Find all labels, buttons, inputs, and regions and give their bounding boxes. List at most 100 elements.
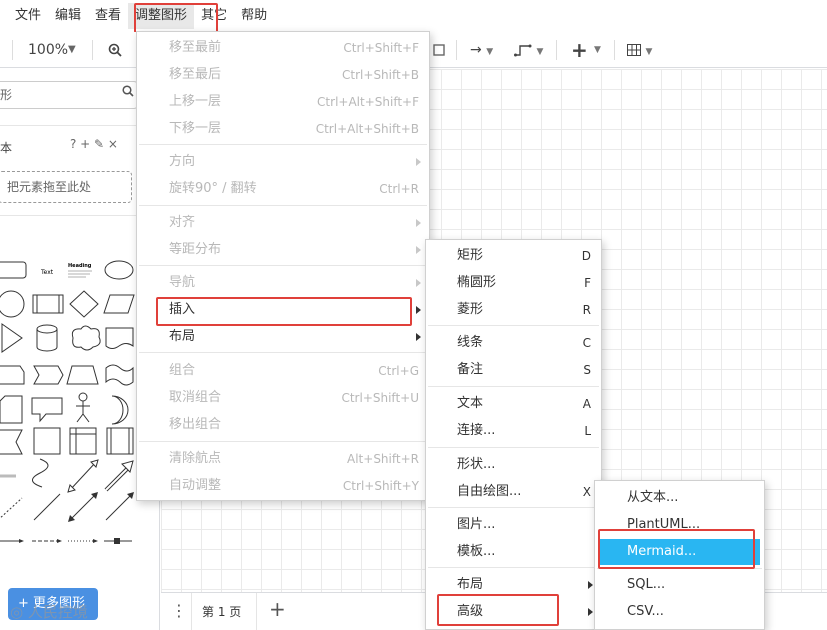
arrange-label: 方向 xyxy=(169,154,196,169)
shape-search-input[interactable]: 形 xyxy=(0,81,138,109)
insert-item-10[interactable]: 模板... xyxy=(426,539,601,565)
arrange-item-10[interactable]: 布局 xyxy=(137,324,429,350)
menu-divider xyxy=(428,386,599,387)
arrange-item-0: 移至最前 Ctrl+Shift+F xyxy=(137,35,429,61)
advanced-item-4[interactable]: CSV... xyxy=(595,599,764,625)
insert-item-7[interactable]: 形状... xyxy=(426,452,601,478)
insert-item-9[interactable]: 图片... xyxy=(426,512,601,538)
insert-item-8[interactable]: 自由绘图... X xyxy=(426,479,601,505)
arrange-label: 对齐 xyxy=(169,215,196,230)
arrange-label: 布局 xyxy=(169,329,196,344)
insert-item-0[interactable]: 矩形 D xyxy=(426,243,601,269)
zoom-level[interactable]: 100% xyxy=(28,32,68,68)
arrange-label: 自动调整 xyxy=(169,478,222,493)
insert-shortcut: F xyxy=(584,276,591,290)
arrange-item-6: 对齐 xyxy=(137,210,429,236)
insert-item-6[interactable]: 连接... L xyxy=(426,418,601,444)
insert-shortcut: L xyxy=(584,424,591,438)
page-tab-1[interactable]: 第 1 页 ⌃ xyxy=(191,593,257,630)
insert-plus-icon[interactable]: + xyxy=(571,32,588,68)
arrange-item-15: 自动调整 Ctrl+Shift+Y xyxy=(137,473,429,499)
submenu-arrow-icon xyxy=(416,279,421,287)
insert-submenu: 矩形 D 椭圆形 F 菱形 R 线条 C 备注 S 文本 A 连接... L 形状... 自由绘图... X 图片… xyxy=(425,239,602,630)
insert-label: 连接... xyxy=(457,423,496,438)
arrange-shortcut: Ctrl+Shift+U xyxy=(341,391,419,405)
scratchpad-tools[interactable]: ? + ✎ × xyxy=(70,137,118,151)
shape-heading-sample: Heading xyxy=(68,263,92,269)
arrange-shortcut: Alt+Shift+R xyxy=(347,452,419,466)
add-page-icon[interactable]: + xyxy=(269,597,286,621)
insert-shortcut: S xyxy=(583,363,591,377)
highlight-arrange-menu xyxy=(134,3,218,33)
arrange-shortcut: Ctrl+Shift+B xyxy=(342,68,419,82)
arrange-label: 下移一层 xyxy=(169,121,222,136)
menu-file[interactable]: 文件 xyxy=(8,3,48,29)
shadow-rect-icon[interactable] xyxy=(433,32,445,68)
arrange-label: 组合 xyxy=(169,363,196,378)
waypoint-style-icon[interactable]: ▼ xyxy=(514,32,543,68)
insert-label: 椭圆形 xyxy=(457,275,497,290)
submenu-arrow-icon xyxy=(588,581,593,589)
menu-divider xyxy=(139,352,427,353)
insert-item-4[interactable]: 备注 S xyxy=(426,357,601,383)
insert-shortcut: X xyxy=(582,485,591,499)
highlight-mermaid-item xyxy=(598,529,755,569)
insert-label: 文本 xyxy=(457,396,484,411)
insert-item-1[interactable]: 椭圆形 F xyxy=(426,270,601,296)
insert-item-5[interactable]: 文本 A xyxy=(426,391,601,417)
arrange-shortcut: Ctrl+Alt+Shift+B xyxy=(315,122,419,136)
advanced-item-0[interactable]: 从文本... xyxy=(595,485,764,511)
menu-view[interactable]: 查看 xyxy=(88,3,128,29)
menu-edit[interactable]: 编辑 xyxy=(48,3,88,29)
insert-label: 备注 xyxy=(457,362,484,377)
zoom-dropdown-icon[interactable]: ▼ xyxy=(68,32,76,68)
advanced-item-3[interactable]: SQL... xyxy=(595,572,764,598)
menu-divider xyxy=(139,205,427,206)
menu-divider xyxy=(428,325,599,326)
shape-palette[interactable]: Text Heading xyxy=(0,254,140,554)
arrange-item-4: 方向 xyxy=(137,149,429,175)
menu-divider xyxy=(139,265,427,266)
advanced-label: 从文本... xyxy=(627,490,679,505)
arrange-label: 取消组合 xyxy=(169,390,222,405)
insert-dropdown-icon[interactable]: ▼ xyxy=(594,32,601,68)
insert-item-2[interactable]: 菱形 R xyxy=(426,297,601,323)
scratchpad-title: 本 xyxy=(0,141,13,155)
arrange-item-8: 导航 xyxy=(137,270,429,296)
menu-bar: 文件 编辑 查看 调整图形 其它 帮助 xyxy=(0,0,827,32)
submenu-arrow-icon xyxy=(416,246,421,254)
table-icon[interactable]: ▼ xyxy=(627,32,652,68)
menu-divider xyxy=(428,447,599,448)
arrange-shortcut: Ctrl+Alt+Shift+F xyxy=(317,95,419,109)
arrange-item-3: 下移一层 Ctrl+Alt+Shift+B xyxy=(137,116,429,142)
shape-text-sample: Text xyxy=(40,269,54,276)
scratchpad-dropzone[interactable]: 把元素拖至此处 xyxy=(0,171,132,203)
arrange-item-7: 等距分布 xyxy=(137,237,429,263)
insert-label: 菱形 xyxy=(457,302,484,317)
arrange-label: 移至最后 xyxy=(169,67,222,82)
insert-shortcut: C xyxy=(582,336,591,350)
insert-shortcut: R xyxy=(582,303,591,317)
arrange-shortcut: Ctrl+Shift+Y xyxy=(342,479,419,493)
search-icon[interactable] xyxy=(122,85,136,99)
arrange-label: 移至最前 xyxy=(169,40,222,55)
insert-shortcut: A xyxy=(582,397,591,411)
highlight-insert-item xyxy=(156,297,412,326)
highlight-advanced-item xyxy=(437,594,559,626)
arrange-item-14: 清除航点 Alt+Shift+R xyxy=(137,446,429,472)
submenu-arrow-icon xyxy=(416,333,421,341)
insert-item-3[interactable]: 线条 C xyxy=(426,330,601,356)
zoom-in-icon[interactable] xyxy=(108,32,122,68)
advanced-label: SQL... xyxy=(627,577,666,592)
arrange-label: 上移一层 xyxy=(169,94,222,109)
arrange-label: 移出组合 xyxy=(169,417,222,432)
menu-help[interactable]: 帮助 xyxy=(234,3,274,29)
submenu-arrow-icon xyxy=(416,158,421,166)
connection-style-icon[interactable]: → ▼ xyxy=(470,32,493,68)
arrange-label: 导航 xyxy=(169,275,196,290)
arrange-item-11: 组合 Ctrl+G xyxy=(137,358,429,384)
advanced-label: CSV... xyxy=(627,604,664,619)
insert-label: 自由绘图... xyxy=(457,484,522,499)
insert-label: 模板... xyxy=(457,544,496,559)
pages-menu-icon[interactable]: ⋮ xyxy=(171,601,187,620)
